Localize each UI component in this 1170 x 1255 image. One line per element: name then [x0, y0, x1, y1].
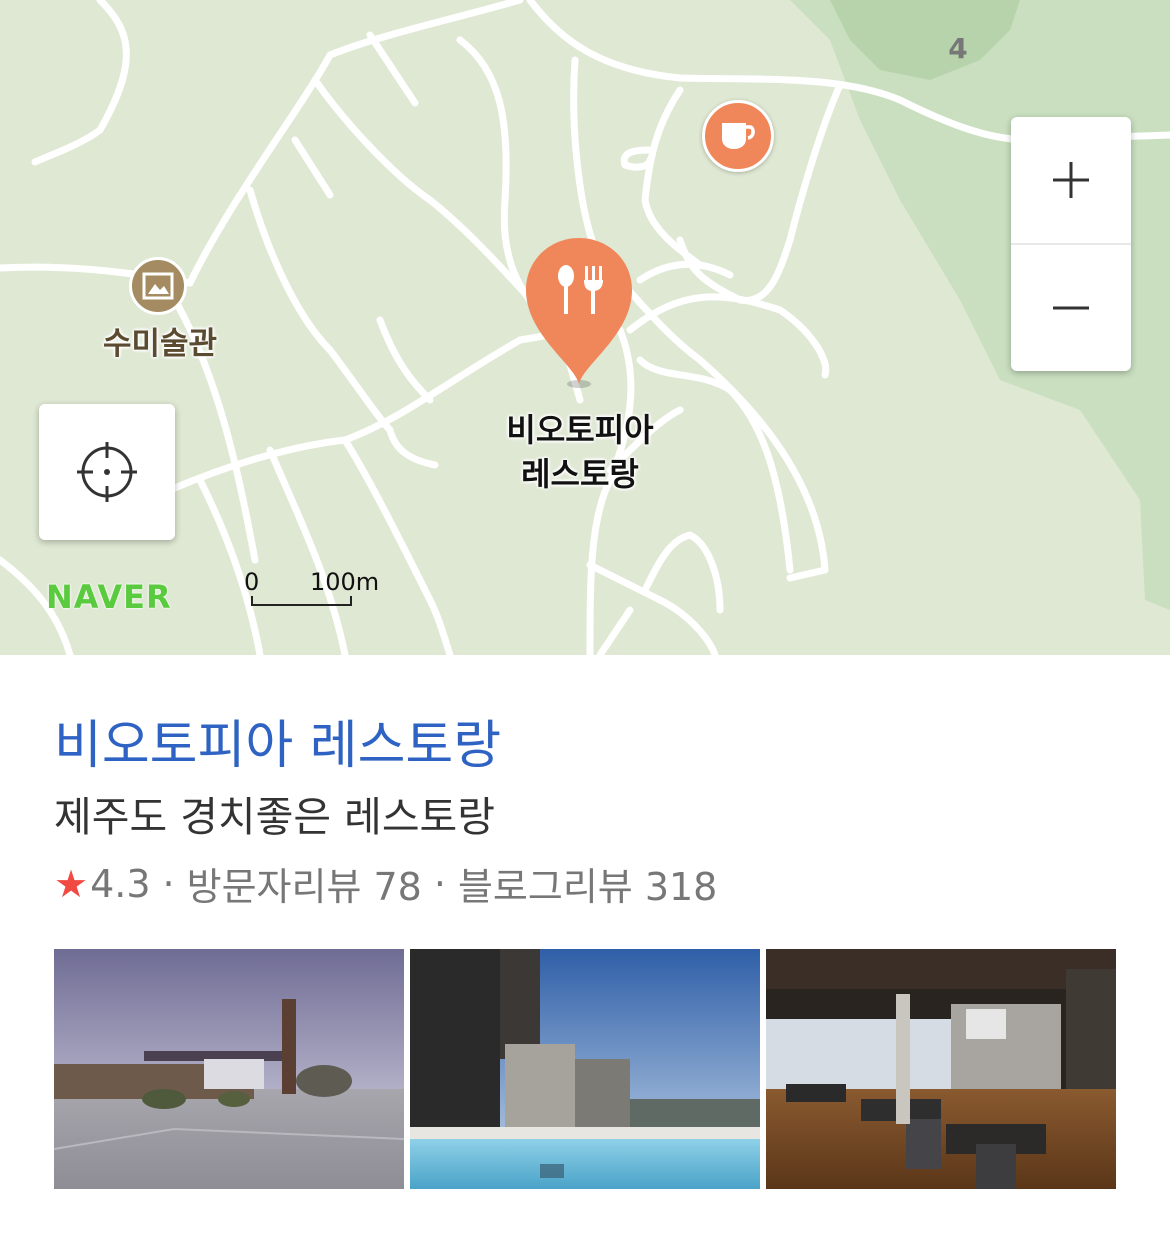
zoom-out-button[interactable] [1011, 245, 1131, 371]
selected-place-label[interactable]: 비오토피아 레스토랑 [460, 408, 700, 496]
map-view[interactable]: 4 수미술관 비오토피아 레스토랑 NAVER 0 100m [0, 0, 1170, 655]
scale-zero-label: 0 [244, 568, 260, 596]
place-title[interactable]: 비오토피아 레스토랑 [54, 703, 501, 778]
pool-terrace-photo[interactable] [410, 949, 760, 1189]
road [626, 293, 830, 379]
road [341, 436, 454, 655]
coffee-cup-icon [722, 123, 755, 149]
road [620, 146, 654, 171]
road-number-label: 4 [948, 32, 968, 65]
selected-place-label-line2: 레스토랑 [521, 455, 639, 493]
rating-value: 4.3 [90, 861, 151, 906]
place-description: 제주도 경치좋은 레스토랑 [54, 793, 495, 841]
current-location-button[interactable] [39, 404, 175, 540]
crosshair-icon [77, 442, 137, 502]
building-exterior-photo[interactable] [54, 949, 404, 1189]
gallery-label[interactable]: 수미술관 [70, 318, 250, 363]
naver-logo: NAVER [46, 578, 172, 616]
blog-reviews-link[interactable]: 블로그리뷰 318 [458, 856, 717, 911]
road [386, 426, 439, 469]
separator-dot: · [162, 861, 175, 906]
selected-place-pin[interactable] [522, 234, 636, 394]
road [641, 86, 704, 269]
restaurant-interior-photo[interactable] [766, 949, 1116, 1189]
fork-spoon-icon [558, 265, 603, 314]
separator-dot: · [433, 861, 446, 906]
place-info-panel: 비오토피아 레스토랑 제주도 경치좋은 레스토랑 ★ 4.3 · 방문자리뷰 7… [0, 655, 1170, 1255]
road [366, 31, 419, 107]
star-icon: ★ [54, 861, 89, 906]
road [291, 136, 334, 199]
road [376, 316, 434, 404]
zoom-in-button[interactable] [1011, 117, 1131, 243]
minus-icon [1053, 306, 1089, 310]
zoom-control [1011, 117, 1131, 371]
road [596, 606, 634, 655]
gallery-marker[interactable] [129, 257, 187, 315]
road [266, 446, 349, 655]
selected-place-label-line1: 비오토피아 [506, 411, 654, 449]
road [636, 260, 734, 284]
place-meta: ★ 4.3 · 방문자리뷰 78 · 블로그리뷰 318 [54, 856, 717, 911]
scale-distance-label: 100m [310, 568, 380, 596]
gallery-picture-icon [142, 272, 174, 300]
road [31, 0, 130, 166]
cafe-marker[interactable] [702, 100, 774, 172]
plus-icon [1053, 162, 1089, 198]
scale-bar [251, 596, 352, 606]
visitor-reviews-link[interactable]: 방문자리뷰 78 [187, 856, 422, 911]
road [246, 186, 394, 434]
